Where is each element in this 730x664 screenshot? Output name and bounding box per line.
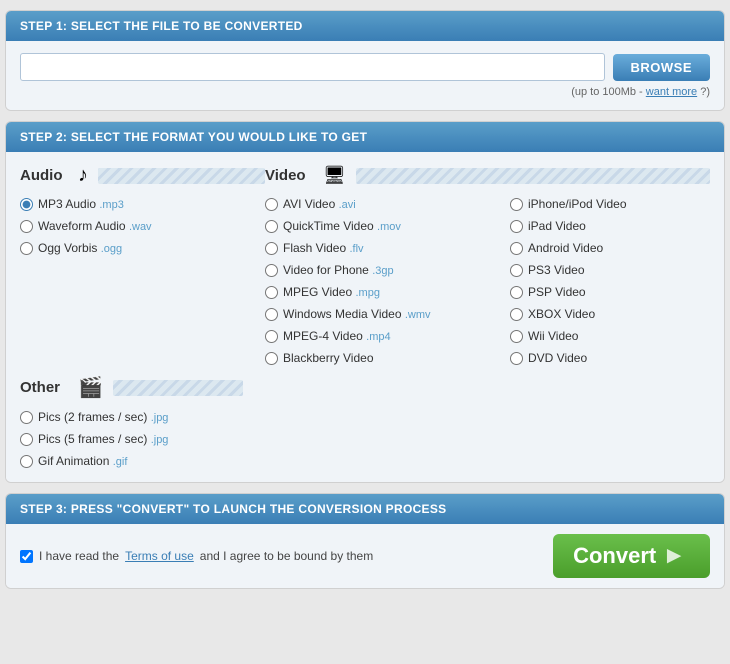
browse-button[interactable]: BROWSE bbox=[613, 54, 711, 81]
list-item[interactable]: iPhone/iPod Video bbox=[510, 195, 725, 213]
list-item[interactable]: XBOX Video bbox=[510, 305, 725, 323]
audio-category-row: Audio ♪ bbox=[20, 164, 265, 187]
step3-body: I have read the Terms of use and I agree… bbox=[6, 524, 724, 588]
formats-grid: MP3 Audio .mp3 Waveform Audio .wav Ogg V… bbox=[20, 195, 710, 367]
terms-suffix: and I agree to be bound by them bbox=[200, 549, 373, 563]
other-divider bbox=[113, 380, 243, 396]
list-item[interactable]: Ogg Vorbis .ogg bbox=[20, 239, 265, 257]
mpg-radio[interactable] bbox=[265, 286, 278, 299]
terms-row: I have read the Terms of use and I agree… bbox=[20, 549, 373, 563]
ogg-radio[interactable] bbox=[20, 242, 33, 255]
want-more-link[interactable]: want more bbox=[646, 86, 697, 98]
main-container: STEP 1: SELECT THE FILE TO BE CONVERTED … bbox=[5, 10, 725, 589]
wmv-radio[interactable] bbox=[265, 308, 278, 321]
psp-radio[interactable] bbox=[510, 286, 523, 299]
list-item[interactable]: Gif Animation .gif bbox=[20, 452, 265, 470]
audio-divider bbox=[98, 168, 265, 184]
list-item[interactable]: iPad Video bbox=[510, 217, 725, 235]
terms-prefix: I have read the bbox=[39, 549, 119, 563]
mp3-radio[interactable] bbox=[20, 198, 33, 211]
list-item[interactable]: MPEG-4 Video .mp4 bbox=[265, 327, 510, 345]
mp4-radio[interactable] bbox=[265, 330, 278, 343]
wii-radio[interactable] bbox=[510, 330, 523, 343]
monitor-icon: 🖥 bbox=[323, 165, 346, 186]
step3-section: STEP 3: PRESS "CONVERT" TO LAUNCH THE CO… bbox=[5, 493, 725, 589]
wav-radio[interactable] bbox=[20, 220, 33, 233]
other-formats-col: Pics (2 frames / sec) .jpg Pics (5 frame… bbox=[20, 408, 265, 470]
list-item[interactable]: Windows Media Video .wmv bbox=[265, 305, 510, 323]
list-item[interactable]: MP3 Audio .mp3 bbox=[20, 195, 265, 213]
list-item[interactable]: PS3 Video bbox=[510, 261, 725, 279]
pics5-radio[interactable] bbox=[20, 433, 33, 446]
file-input-row: BROWSE bbox=[20, 53, 710, 81]
terms-checkbox[interactable] bbox=[20, 550, 33, 563]
avi-radio[interactable] bbox=[265, 198, 278, 211]
video-formats-col1: AVI Video .avi QuickTime Video .mov Flas… bbox=[265, 195, 510, 367]
terms-link[interactable]: Terms of use bbox=[125, 549, 194, 563]
step1-body: BROWSE (up to 100Mb - want more ?) bbox=[6, 41, 724, 110]
other-formats-grid: Pics (2 frames / sec) .jpg Pics (5 frame… bbox=[20, 408, 710, 470]
video-label: Video bbox=[265, 167, 313, 184]
step2-header: STEP 2: SELECT THE FORMAT YOU WOULD LIKE… bbox=[6, 122, 724, 152]
list-item[interactable]: Wii Video bbox=[510, 327, 725, 345]
music-icon: ♪ bbox=[78, 164, 88, 187]
convert-button[interactable]: Convert ► bbox=[553, 534, 710, 578]
ipad-radio[interactable] bbox=[510, 220, 523, 233]
video-formats-col2: iPhone/iPod Video iPad Video Android Vid… bbox=[510, 195, 725, 367]
video-divider bbox=[356, 168, 710, 184]
step2-body: Audio ♪ Video 🖥 MP3 Audio .mp3 bbox=[6, 152, 724, 482]
list-item[interactable]: Blackberry Video bbox=[265, 349, 510, 367]
blackberry-radio[interactable] bbox=[265, 352, 278, 365]
other-category-row: Other 🎬 bbox=[20, 375, 710, 400]
step1-header: STEP 1: SELECT THE FILE TO BE CONVERTED bbox=[6, 11, 724, 41]
other-section: Other 🎬 Pics (2 frames / sec) .jpg Pics … bbox=[20, 375, 710, 470]
convert-arrow-icon: ► bbox=[662, 542, 686, 570]
pics2-radio[interactable] bbox=[20, 411, 33, 424]
list-item[interactable]: Pics (5 frames / sec) .jpg bbox=[20, 430, 265, 448]
list-item[interactable]: Flash Video .flv bbox=[265, 239, 510, 257]
dvd-radio[interactable] bbox=[510, 352, 523, 365]
step3-header: STEP 3: PRESS "CONVERT" TO LAUNCH THE CO… bbox=[6, 494, 724, 524]
xbox-radio[interactable] bbox=[510, 308, 523, 321]
list-item[interactable]: MPEG Video .mpg bbox=[265, 283, 510, 301]
film-icon: 🎬 bbox=[78, 375, 103, 400]
list-item[interactable]: Waveform Audio .wav bbox=[20, 217, 265, 235]
list-item[interactable]: DVD Video bbox=[510, 349, 725, 367]
convert-label: Convert bbox=[573, 543, 656, 569]
audio-formats-col: MP3 Audio .mp3 Waveform Audio .wav Ogg V… bbox=[20, 195, 265, 367]
step1-section: STEP 1: SELECT THE FILE TO BE CONVERTED … bbox=[5, 10, 725, 111]
file-path-input[interactable] bbox=[20, 53, 605, 81]
list-item[interactable]: Pics (2 frames / sec) .jpg bbox=[20, 408, 265, 426]
android-radio[interactable] bbox=[510, 242, 523, 255]
3gp-radio[interactable] bbox=[265, 264, 278, 277]
list-item[interactable]: QuickTime Video .mov bbox=[265, 217, 510, 235]
list-item[interactable]: PSP Video bbox=[510, 283, 725, 301]
file-size-note: (up to 100Mb - want more ?) bbox=[20, 86, 710, 102]
list-item[interactable]: Video for Phone .3gp bbox=[265, 261, 510, 279]
list-item[interactable]: Android Video bbox=[510, 239, 725, 257]
mov-radio[interactable] bbox=[265, 220, 278, 233]
flv-radio[interactable] bbox=[265, 242, 278, 255]
gif-radio[interactable] bbox=[20, 455, 33, 468]
list-item[interactable]: AVI Video .avi bbox=[265, 195, 510, 213]
iphone-radio[interactable] bbox=[510, 198, 523, 211]
other-label: Other bbox=[20, 379, 68, 396]
audio-label: Audio bbox=[20, 167, 68, 184]
step2-section: STEP 2: SELECT THE FORMAT YOU WOULD LIKE… bbox=[5, 121, 725, 483]
ps3-radio[interactable] bbox=[510, 264, 523, 277]
video-category-row: Video 🖥 bbox=[265, 164, 710, 187]
